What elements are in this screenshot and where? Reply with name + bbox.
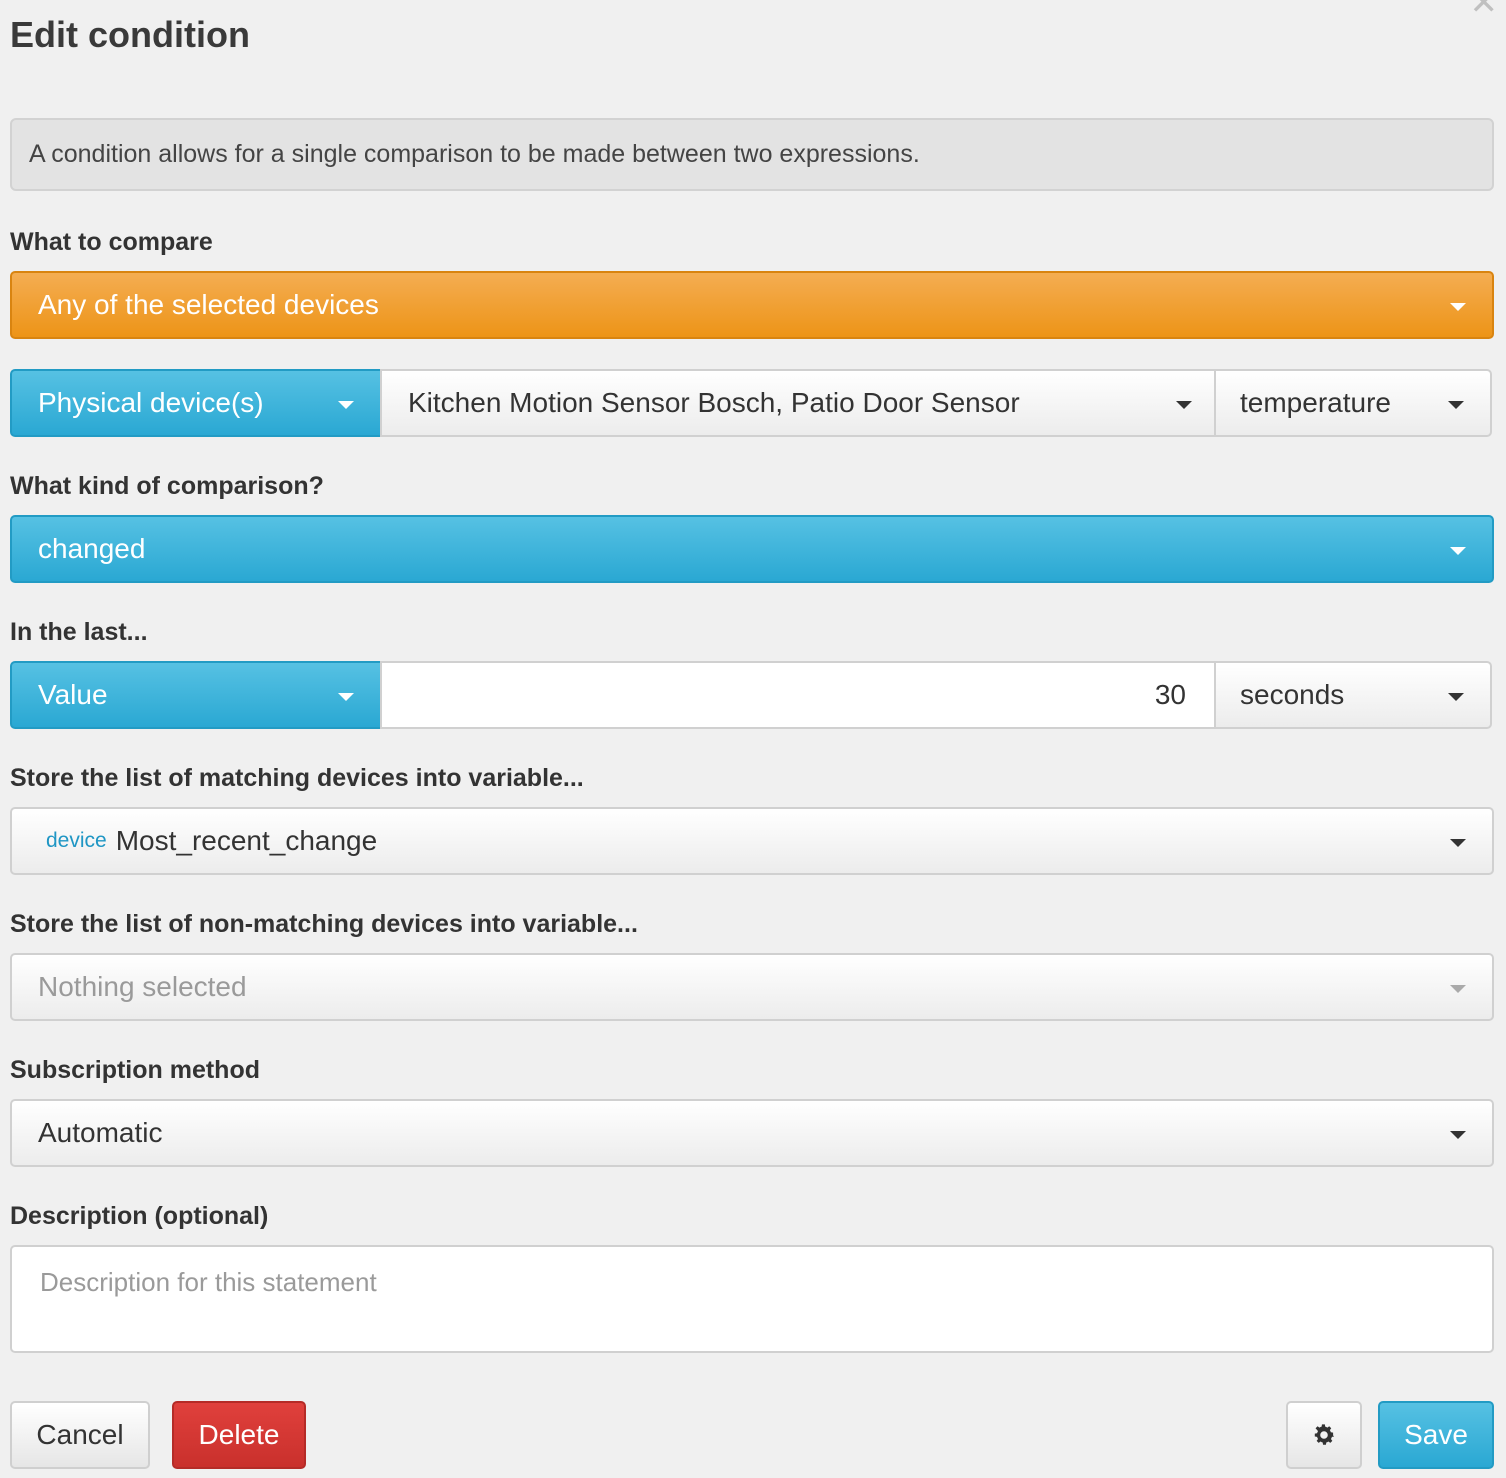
compare-operand-select[interactable]: Any of the selected devices <box>10 271 1494 339</box>
compare-operand-value: Any of the selected devices <box>38 289 379 320</box>
matching-variable-label: Store the list of matching devices into … <box>10 764 584 792</box>
caret-down-icon <box>1450 839 1466 847</box>
caret-down-icon <box>338 401 354 409</box>
comparison-label: What kind of comparison? <box>10 472 324 500</box>
duration-value: 30 <box>1154 679 1186 710</box>
save-button[interactable]: Save <box>1378 1401 1494 1469</box>
info-text: A condition allows for a single comparis… <box>29 140 920 168</box>
caret-down-icon <box>1450 547 1466 555</box>
comparison-select[interactable]: changed <box>10 515 1494 583</box>
non-matching-variable-label: Store the list of non-matching devices i… <box>10 910 638 938</box>
cancel-button-label: Cancel <box>36 1419 124 1450</box>
description-label: Description (optional) <box>10 1202 269 1230</box>
subscription-method-label: Subscription method <box>10 1056 260 1084</box>
devices-select[interactable]: Kitchen Motion Sensor Bosch, Patio Door … <box>380 369 1216 437</box>
caret-down-icon <box>1448 693 1464 701</box>
non-matching-variable-value: Nothing selected <box>38 971 247 1002</box>
gear-icon <box>1314 1424 1335 1445</box>
caret-down-icon <box>1450 985 1466 993</box>
in-the-last-label: In the last... <box>10 618 148 646</box>
subscription-method-value: Automatic <box>38 1117 163 1148</box>
description-textarea[interactable]: Description for this statement <box>10 1245 1494 1353</box>
source-type-select[interactable]: Physical device(s) <box>10 369 382 437</box>
dialog-title: Edit condition <box>10 14 250 55</box>
comparison-value: changed <box>38 533 146 564</box>
matching-variable-select[interactable]: device Most_recent_change <box>10 807 1494 875</box>
non-matching-variable-select[interactable]: Nothing selected <box>10 953 1494 1021</box>
caret-down-icon <box>1448 401 1464 409</box>
attribute-select[interactable]: temperature <box>1214 369 1492 437</box>
settings-button[interactable] <box>1286 1401 1362 1469</box>
caret-down-icon <box>1450 303 1466 311</box>
attribute-value: temperature <box>1240 387 1391 418</box>
duration-type-select[interactable]: Value <box>10 661 382 729</box>
source-type-value: Physical device(s) <box>38 387 264 418</box>
duration-type-value: Value <box>38 679 108 710</box>
duration-unit-value: seconds <box>1240 679 1345 710</box>
caret-down-icon <box>1450 1131 1466 1139</box>
variable-type-tag: device <box>46 829 107 852</box>
close-icon[interactable]: ✕ <box>1470 0 1499 20</box>
cancel-button[interactable]: Cancel <box>10 1401 150 1469</box>
devices-value: Kitchen Motion Sensor Bosch, Patio Door … <box>408 387 1020 418</box>
info-alert: A condition allows for a single comparis… <box>10 118 1494 191</box>
what-to-compare-label: What to compare <box>10 228 213 256</box>
caret-down-icon <box>1176 401 1192 409</box>
subscription-method-select[interactable]: Automatic <box>10 1099 1494 1167</box>
description-placeholder: Description for this statement <box>40 1267 377 1297</box>
delete-button-label: Delete <box>198 1419 280 1450</box>
matching-variable-value: Most_recent_change <box>115 825 378 856</box>
duration-value-input[interactable]: 30 <box>380 661 1216 729</box>
caret-down-icon <box>338 693 354 701</box>
duration-unit-select[interactable]: seconds <box>1214 661 1492 729</box>
delete-button[interactable]: Delete <box>172 1401 306 1469</box>
save-button-label: Save <box>1404 1419 1468 1450</box>
